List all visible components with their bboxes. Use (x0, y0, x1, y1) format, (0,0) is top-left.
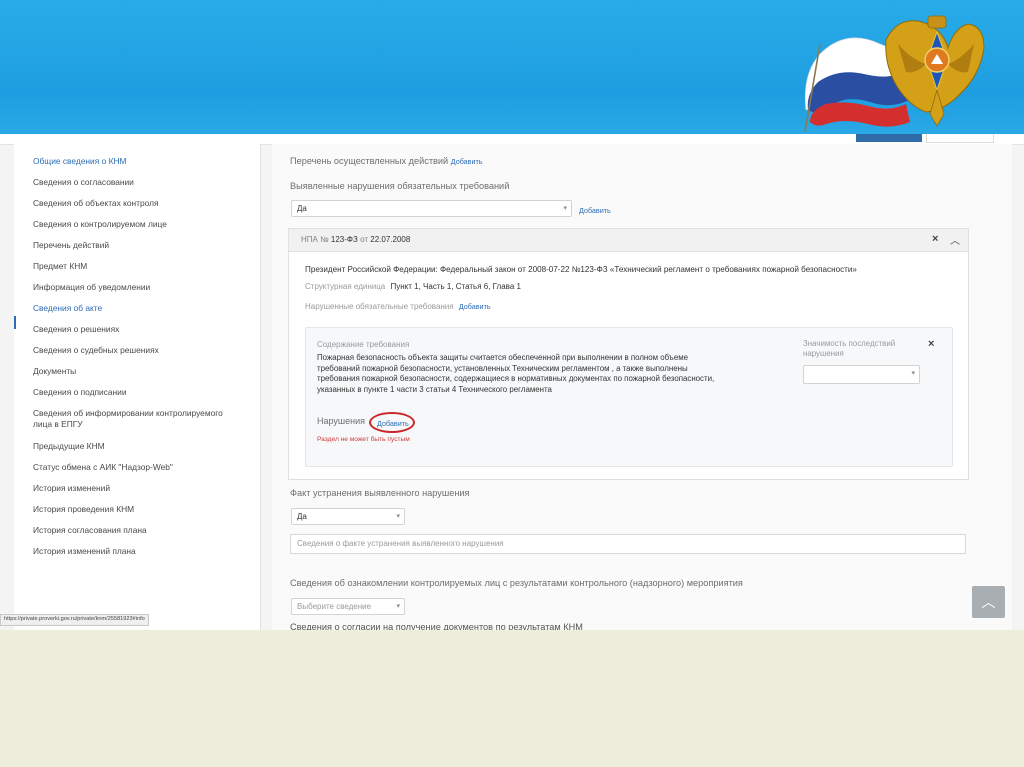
sidebar-item-plan-approval-history[interactable]: История согласования плана (33, 525, 147, 536)
npa-date: 22.07.2008 (370, 235, 411, 244)
npa-title: НПА № 123-ФЗ от 22.07.2008 (301, 235, 410, 244)
sidebar-item-notification[interactable]: Информация об уведомлении (33, 282, 150, 293)
npa-panel-header[interactable]: НПА № 123-ФЗ от 22.07.2008 × ︿ (289, 229, 968, 252)
sidebar-item-signing[interactable]: Сведения о подписании (33, 387, 127, 398)
top-tab-active[interactable] (856, 134, 922, 142)
fix-description-input[interactable]: Сведения о факте устранения выявленного … (290, 534, 966, 554)
requirement-label: Содержание требования (317, 340, 410, 349)
sidebar-item-documents[interactable]: Документы (33, 366, 76, 377)
error-message: Раздел не может быть пустым (317, 436, 410, 443)
sidebar-item-decisions[interactable]: Сведения о решениях (33, 324, 119, 335)
npa-date-prefix: от (360, 235, 369, 244)
chevron-down-icon: ▾ (563, 205, 567, 212)
sidebar: Общие сведения о КНМ Сведения о согласов… (14, 144, 261, 630)
fix-label: Факт устранения выявленного нарушения (290, 488, 470, 498)
sidebar-item-objects[interactable]: Сведения об объектах контроля (33, 198, 159, 209)
sidebar-item-court-decisions[interactable]: Сведения о судебных решениях (33, 345, 159, 356)
npa-panel: НПА № 123-ФЗ от 22.07.2008 × ︿ Президент… (288, 228, 969, 480)
law-title: Президент Российской Федерации: Федераль… (305, 265, 857, 274)
violations-label: Выявленные нарушения обязательных требов… (290, 181, 510, 191)
sidebar-item-subject[interactable]: Предмет КНМ (33, 261, 87, 272)
significance-label-line2: нарушения (803, 349, 844, 358)
sidebar-item-exchange-status[interactable]: Статус обмена с АИК "Надзор-Web" (33, 462, 173, 473)
npa-prefix: НПА № (301, 235, 329, 244)
violations-select-value: Да (297, 204, 307, 213)
sidebar-item-previous-knm[interactable]: Предыдущие КНМ (33, 441, 105, 452)
familiar-select[interactable]: Выберите сведение ▾ (291, 598, 405, 615)
violations-select[interactable]: Да ▾ (291, 200, 572, 217)
requirement-line: требования пожарной безопасности, содерж… (317, 374, 715, 383)
broken-requirements: Нарушенные обязательные требования Добав… (305, 302, 491, 311)
familiar-select-placeholder: Выберите сведение (297, 602, 372, 611)
browser-status-url: https://private.proverki.gov.ru/private/… (0, 614, 149, 626)
chevron-up-icon[interactable]: ︿ (950, 232, 960, 247)
next-section-label: Сведения о согласии на получение докумен… (290, 622, 583, 630)
requirement-line: Пожарная безопасность объекта защиты счи… (317, 353, 689, 362)
main-content: Перечень осуществленных действий Добавит… (272, 144, 1012, 630)
actions-label: Перечень осуществленных действий (290, 156, 449, 166)
sidebar-item-plan-change-history[interactable]: История изменений плана (33, 546, 136, 557)
add-violation-button[interactable]: Добавить (377, 419, 409, 428)
actions-heading: Перечень осуществленных действий Добавит… (290, 156, 483, 166)
violation-label: Нарушения (317, 416, 366, 426)
sidebar-item-approval[interactable]: Сведения о согласовании (33, 177, 134, 188)
sidebar-item-controlled-person[interactable]: Сведения о контролируемом лице (33, 219, 167, 230)
significance-label-line1: Значимость последствий (803, 339, 896, 348)
chevron-down-icon: ▾ (396, 513, 400, 520)
add-broken-requirement-link[interactable]: Добавить (459, 302, 491, 311)
familiar-label: Сведения об ознакомлении контролируемых … (290, 578, 743, 588)
scroll-top-button[interactable]: ︿ (972, 586, 1005, 618)
sidebar-item-change-history[interactable]: История изменений (33, 483, 110, 494)
sidebar-item-actions[interactable]: Перечень действий (33, 240, 109, 251)
add-violation-link[interactable]: Добавить (579, 206, 611, 215)
sidebar-item-informing-line2: лица в ЕПГУ (33, 419, 83, 429)
sidebar-item-general[interactable]: Общие сведения о КНМ (33, 156, 126, 167)
requirement-card: Содержание требования Пожарная безопасно… (305, 327, 953, 467)
sidebar-item-conduct-history[interactable]: История проведения КНМ (33, 504, 134, 515)
top-tab[interactable] (926, 134, 994, 143)
broken-requirements-label: Нарушенные обязательные требования (305, 302, 454, 311)
add-action-link[interactable]: Добавить (451, 157, 483, 166)
requirement-text: Пожарная безопасность объекта защиты счи… (317, 353, 714, 395)
close-icon[interactable]: × (932, 233, 938, 245)
close-icon[interactable]: × (928, 338, 934, 350)
struct-unit-label: Структурная единица (305, 282, 386, 291)
struct-unit: Структурная единица Пункт 1, Часть 1, Ст… (305, 282, 521, 291)
sidebar-item-informing-line1: Сведения об информировании контролируемо… (33, 408, 223, 418)
significance-select[interactable]: ▾ (803, 365, 920, 384)
sidebar-item-informing[interactable]: Сведения об информировании контролируемо… (33, 408, 223, 430)
fix-select[interactable]: Да ▾ (291, 508, 405, 525)
npa-number: 123-ФЗ (330, 235, 358, 244)
fix-select-value: Да (297, 512, 307, 521)
sidebar-item-act[interactable]: Сведения об акте (33, 303, 102, 314)
active-item-marker (14, 316, 16, 329)
requirement-line: указанных в пункте 1 части 3 статьи 4 Те… (317, 384, 552, 394)
struct-unit-value: Пункт 1, Часть 1, Статья 6, Глава 1 (390, 282, 521, 291)
emblem-icon (804, 15, 985, 132)
screenshot-area: Общие сведения о КНМ Сведения о согласов… (0, 134, 1024, 630)
chevron-down-icon: ▾ (911, 370, 915, 377)
requirement-line: требований пожарной безопасности, устано… (317, 363, 688, 373)
significance-label: Значимость последствий нарушения (803, 339, 895, 359)
chevron-down-icon: ▾ (396, 603, 400, 610)
